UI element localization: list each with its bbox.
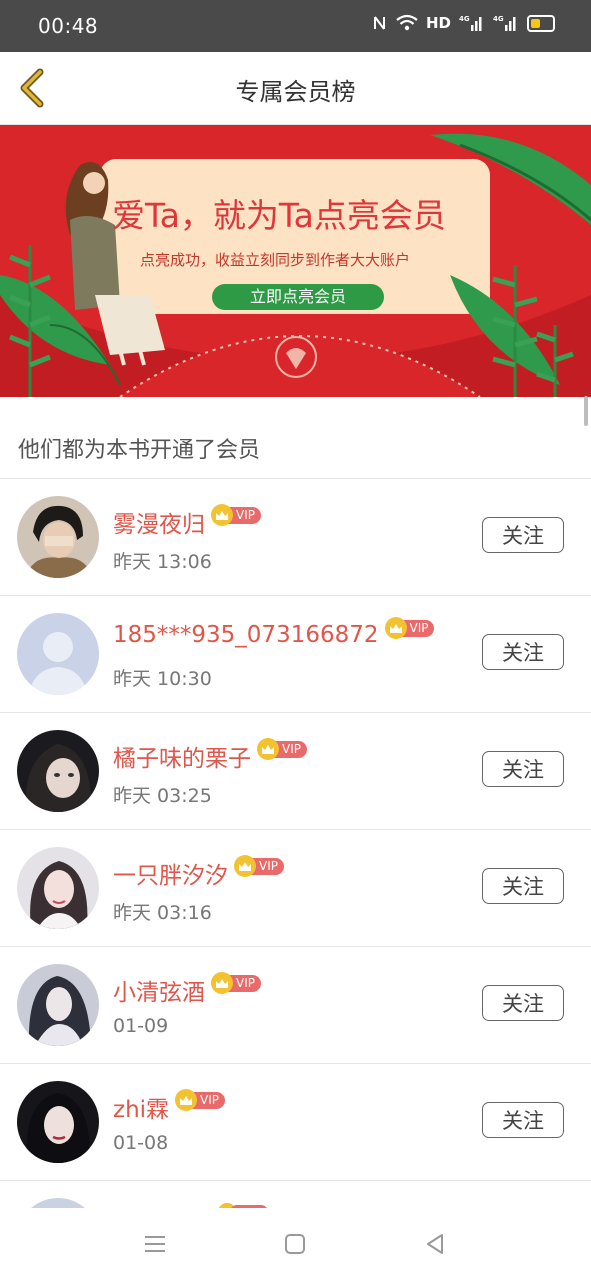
member-name[interactable]: 一只胖汐汐 bbox=[113, 856, 228, 890]
banner-headline: 爱Ta，就为Ta点亮会员 bbox=[112, 196, 446, 235]
follow-button[interactable]: 关注 bbox=[482, 751, 564, 787]
crown-icon bbox=[384, 617, 407, 639]
member-time: 昨天 03:16 bbox=[113, 902, 212, 924]
member-name[interactable]: zhi霖 bbox=[113, 1090, 169, 1124]
section-title: 他们都为本书开通了会员 bbox=[18, 438, 261, 463]
member-row[interactable]: 一只胖汐汐 VIP 昨天 03:16 关注 bbox=[0, 830, 591, 947]
status-bar: 00:48 HD 4G 4G bbox=[0, 0, 591, 52]
status-time: 00:48 bbox=[38, 14, 99, 38]
avatar[interactable] bbox=[17, 847, 99, 929]
follow-button[interactable]: 关注 bbox=[482, 985, 564, 1021]
status-icons: HD 4G 4G bbox=[372, 14, 555, 32]
vip-badge: VIP bbox=[175, 1089, 226, 1111]
crown-icon bbox=[257, 738, 279, 760]
banner-cta-button[interactable]: 立即点亮会员 bbox=[212, 284, 384, 310]
back-nav-icon[interactable] bbox=[422, 1230, 450, 1258]
member-row[interactable]: 橘子味的栗子 VIP 昨天 03:25 关注 bbox=[0, 713, 591, 830]
vip-badge: VIP bbox=[211, 504, 261, 526]
member-time: 昨天 13:06 bbox=[113, 551, 212, 573]
avatar[interactable] bbox=[17, 964, 99, 1046]
member-time: 01-08 bbox=[113, 1132, 169, 1154]
member-time: 昨天 03:25 bbox=[113, 785, 212, 807]
member-name[interactable]: 橘子味的栗子 bbox=[113, 739, 251, 773]
vip-badge: VIP bbox=[257, 738, 307, 760]
member-row[interactable]: 小清弦酒 VIP 01-09 关注 bbox=[0, 947, 591, 1064]
member-row[interactable]: 雾漫夜归 VIP 昨天 13:06 关注 bbox=[0, 479, 591, 596]
follow-button[interactable]: 关注 bbox=[482, 517, 564, 553]
follow-button[interactable]: 关注 bbox=[482, 1102, 564, 1138]
crown-icon bbox=[234, 855, 256, 877]
member-time: 01-09 bbox=[113, 1015, 169, 1037]
member-list: 雾漫夜归 VIP 昨天 13:06 关注 185***935_073166872… bbox=[0, 479, 591, 1221]
nfc-icon bbox=[373, 16, 385, 30]
crown-icon bbox=[211, 972, 233, 994]
vip-badge: VIP bbox=[384, 617, 435, 639]
follow-button[interactable]: 关注 bbox=[482, 868, 564, 904]
member-row[interactable]: 185***935_073166872 VIP 昨天 10:30 关注 bbox=[0, 596, 591, 713]
system-nav-bar bbox=[0, 1208, 591, 1280]
page-title: 专属会员榜 bbox=[235, 78, 356, 106]
wifi-icon bbox=[396, 14, 418, 31]
vip-badge: VIP bbox=[234, 855, 284, 877]
follow-button[interactable]: 关注 bbox=[482, 634, 564, 670]
avatar[interactable] bbox=[17, 613, 99, 695]
banner-subline: 点亮成功，收益立刻同步到作者大大账户 bbox=[140, 251, 411, 269]
member-time: 昨天 10:30 bbox=[113, 668, 212, 690]
member-name[interactable]: 小清弦酒 bbox=[113, 973, 205, 1007]
member-name[interactable]: 185***935_073166872 bbox=[113, 622, 379, 648]
member-row[interactable]: zhi霖 VIP 01-08 关注 bbox=[0, 1064, 591, 1181]
avatar[interactable] bbox=[17, 1081, 99, 1163]
avatar[interactable] bbox=[17, 496, 99, 578]
signal-icon-2: 4G bbox=[493, 15, 516, 31]
promo-banner[interactable]: 爱Ta，就为Ta点亮会员 点亮成功，收益立刻同步到作者大大账户 立即点亮会员 bbox=[0, 125, 591, 397]
member-name[interactable]: 雾漫夜归 bbox=[113, 505, 205, 539]
menu-icon[interactable] bbox=[141, 1230, 169, 1258]
home-icon[interactable] bbox=[281, 1230, 309, 1258]
scrollbar[interactable] bbox=[584, 396, 588, 426]
crown-icon bbox=[175, 1089, 198, 1111]
crown-icon bbox=[211, 504, 233, 526]
signal-icon: 4G bbox=[459, 15, 482, 31]
battery-icon bbox=[527, 14, 555, 32]
avatar[interactable] bbox=[17, 730, 99, 812]
header: 专属会员榜 bbox=[0, 52, 591, 125]
hd-indicator: HD bbox=[425, 14, 451, 32]
svg-text:4G: 4G bbox=[459, 15, 470, 23]
svg-text:4G: 4G bbox=[493, 15, 504, 23]
vip-badge: VIP bbox=[211, 972, 261, 994]
